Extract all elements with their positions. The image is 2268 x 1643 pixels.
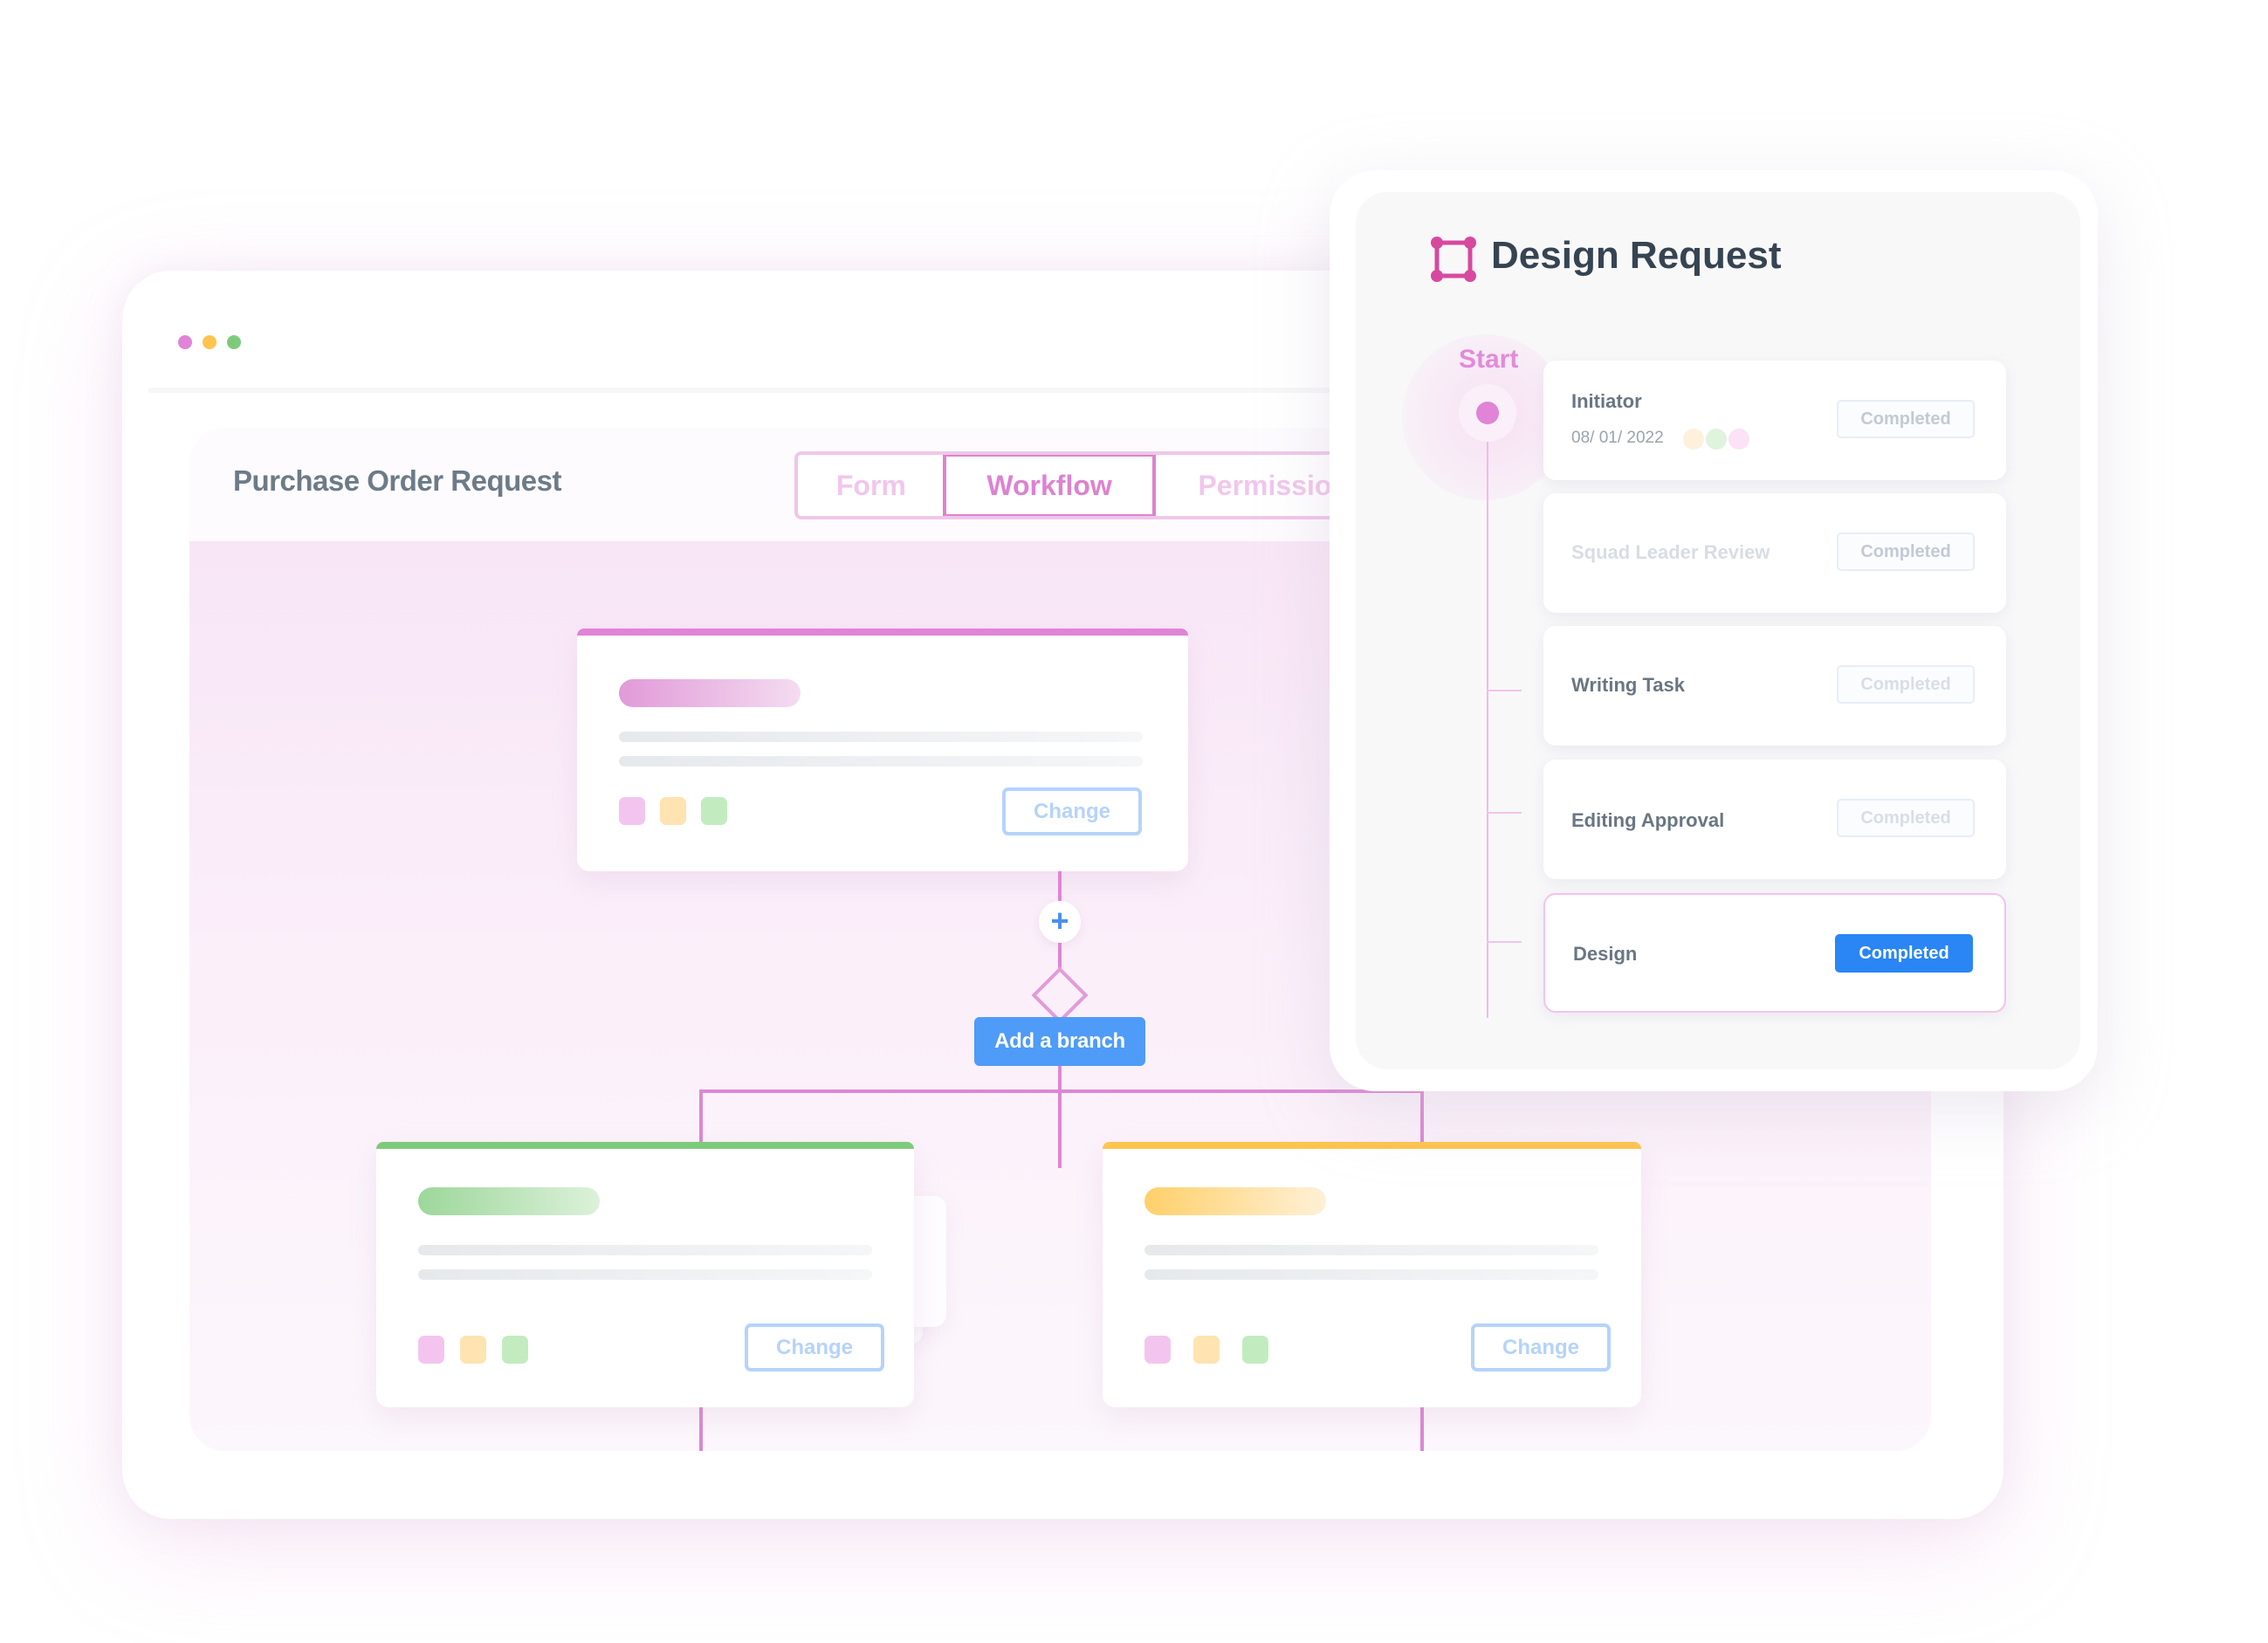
workflow-node-card[interactable]: Change xyxy=(577,629,1188,871)
step-editing-approval[interactable]: Editing Approval Completed xyxy=(1543,760,2006,879)
timeline-tick xyxy=(1487,690,1522,691)
status-badge[interactable]: Completed xyxy=(1837,533,1975,571)
tab-workflow[interactable]: Workflow xyxy=(942,455,1157,516)
maximize-window-dot[interactable] xyxy=(227,335,241,349)
close-window-dot[interactable] xyxy=(178,335,192,349)
text-placeholder-line xyxy=(619,756,1143,767)
change-button[interactable]: Change xyxy=(745,1323,884,1371)
step-date: 08/ 01/ 2022 xyxy=(1571,429,1664,447)
status-badge[interactable]: Completed xyxy=(1837,799,1975,837)
node-title-placeholder xyxy=(619,679,801,707)
design-request-panel: Design Request Start Initiator 08/ 01/ 2… xyxy=(1330,170,2098,1091)
window-controls xyxy=(178,335,241,349)
add-step-button[interactable]: + xyxy=(1039,901,1081,943)
branch-connector xyxy=(699,1090,1424,1093)
pink-tag xyxy=(1144,1336,1171,1364)
change-button[interactable]: Change xyxy=(1002,787,1142,835)
avatar xyxy=(1706,429,1727,450)
assignee-avatars xyxy=(1683,429,1749,450)
artboard-frame-icon xyxy=(1431,237,1476,282)
panel-title: Design Request xyxy=(1491,234,1782,277)
avatar xyxy=(1728,429,1749,450)
yellow-tag xyxy=(1193,1336,1220,1364)
yellow-tag xyxy=(460,1336,486,1364)
card-accent-bar xyxy=(577,629,1188,636)
step-initiator[interactable]: Initiator 08/ 01/ 2022 Completed xyxy=(1543,361,2006,480)
step-design[interactable]: Design Completed xyxy=(1543,893,2006,1013)
pink-tag xyxy=(418,1336,444,1364)
text-placeholder-line xyxy=(619,732,1143,742)
timeline-tick xyxy=(1487,941,1522,943)
yellow-tag xyxy=(660,797,686,825)
tab-permission[interactable]: Permission xyxy=(1154,455,1353,516)
card-accent-bar xyxy=(376,1142,914,1149)
pink-tag xyxy=(619,797,645,825)
text-placeholder-line xyxy=(1144,1245,1598,1255)
green-tag xyxy=(502,1336,528,1364)
page-title: Purchase Order Request xyxy=(233,464,561,497)
add-branch-button[interactable]: Add a branch xyxy=(974,1017,1145,1066)
step-label: Editing Approval xyxy=(1571,809,1725,831)
branch-card-right[interactable]: Change xyxy=(1103,1142,1641,1407)
step-label: Design xyxy=(1573,943,1638,965)
node-title-placeholder xyxy=(418,1187,600,1215)
status-badge[interactable]: Completed xyxy=(1837,400,1975,438)
green-tag xyxy=(701,797,727,825)
text-placeholder-line xyxy=(418,1269,872,1280)
tab-form[interactable]: Form xyxy=(798,455,945,516)
timeline-line xyxy=(1487,442,1488,1018)
start-node-icon xyxy=(1459,384,1516,442)
step-label: Writing Task xyxy=(1571,674,1685,696)
card-accent-bar xyxy=(1103,1142,1641,1149)
node-title-placeholder xyxy=(1144,1187,1326,1215)
timeline-tick xyxy=(1487,812,1522,814)
branch-card-left[interactable]: Change xyxy=(376,1142,914,1407)
step-writing-task[interactable]: Writing Task Completed xyxy=(1543,626,2006,746)
avatar xyxy=(1683,429,1704,450)
step-label: Initiator xyxy=(1571,390,1642,412)
minimize-window-dot[interactable] xyxy=(203,335,216,349)
tab-bar: Form Workflow Permission xyxy=(794,451,1353,519)
step-squad-leader-review[interactable]: Squad Leader Review Completed xyxy=(1543,493,2006,613)
text-placeholder-line xyxy=(1144,1269,1598,1280)
step-label: Squad Leader Review xyxy=(1571,541,1770,563)
text-placeholder-line xyxy=(418,1245,872,1255)
green-tag xyxy=(1242,1336,1268,1364)
status-badge[interactable]: Completed xyxy=(1835,934,1973,973)
status-badge[interactable]: Completed xyxy=(1837,665,1975,704)
change-button[interactable]: Change xyxy=(1471,1323,1611,1371)
design-request-card: Design Request Start Initiator 08/ 01/ 2… xyxy=(1356,192,2080,1069)
start-label: Start xyxy=(1459,345,1519,374)
